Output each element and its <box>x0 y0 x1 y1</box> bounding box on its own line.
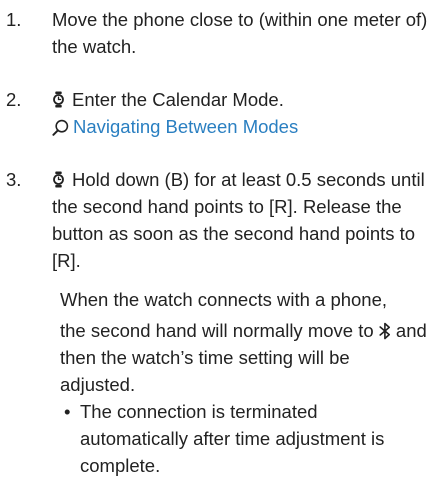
connection-note: When the watch connects with a phone, th… <box>60 286 428 398</box>
bullet-text: The connection is terminated automatical… <box>80 401 385 476</box>
navigating-modes-link[interactable]: Navigating Between Modes <box>52 113 428 140</box>
bullet-marker: • <box>64 401 71 422</box>
note-line-1: When the watch connects with a phone, <box>60 289 388 310</box>
watch-icon <box>52 91 65 108</box>
step-number: 2. <box>6 89 22 110</box>
bluetooth-icon <box>379 322 391 340</box>
magnifier-icon <box>52 119 69 136</box>
step-text: Hold down (B) for at least 0.5 seconds u… <box>52 169 425 271</box>
instruction-page: 1. Move the phone close to (within one m… <box>0 0 436 486</box>
note-line-2: the second hand will normally move to an… <box>60 320 427 395</box>
step-number: 1. <box>6 9 22 30</box>
step-number: 3. <box>6 169 22 190</box>
step-text: Move the phone close to (within one mete… <box>52 9 428 57</box>
step-text: Enter the Calendar Mode. <box>52 86 428 113</box>
watch-icon <box>52 171 65 188</box>
